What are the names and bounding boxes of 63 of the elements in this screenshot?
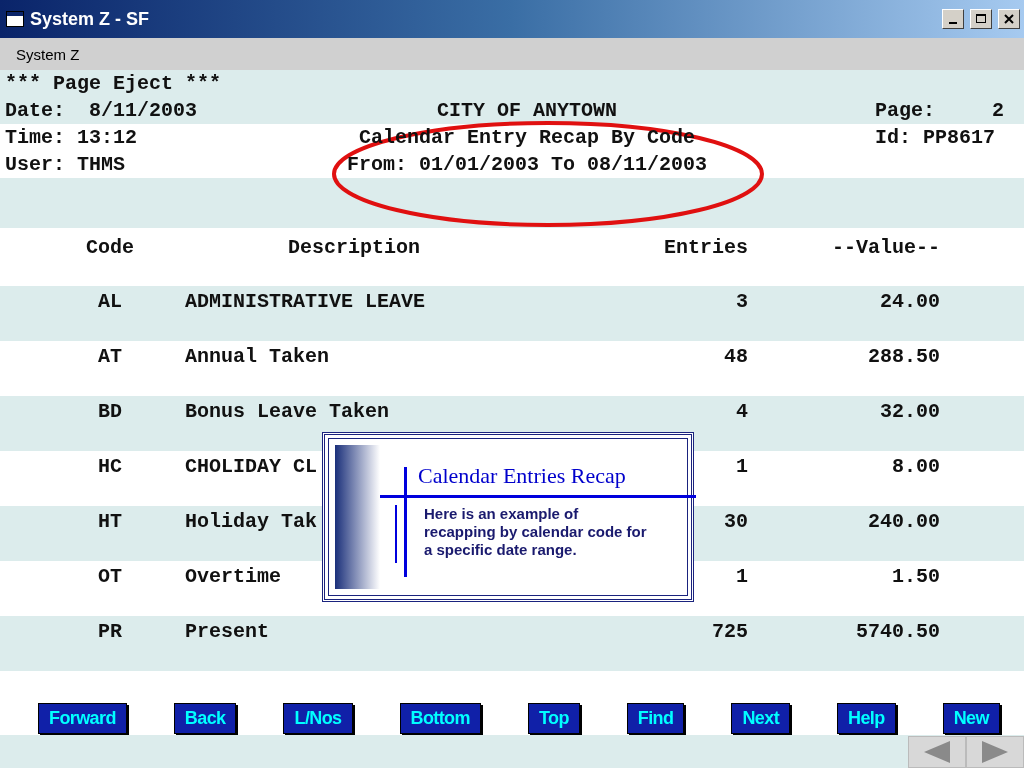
close-icon: [1004, 14, 1014, 24]
page-number: 2: [992, 99, 1004, 122]
menu-item[interactable]: System Z: [16, 45, 80, 63]
maximize-button[interactable]: [970, 9, 992, 29]
report-text: Id: PP8617: [875, 126, 996, 149]
table-cell-text: Overtime: [185, 565, 281, 590]
window-title: System Z - SF: [30, 8, 151, 30]
table-cell-text: Annual Taken: [185, 345, 330, 370]
report-title: CITY OF ANYTOWN: [437, 99, 617, 122]
table-cell-text: 725: [712, 620, 748, 645]
function-button[interactable]: Top: [527, 702, 580, 734]
table-cell-text: 30: [724, 510, 748, 535]
report-text: Page:: [875, 99, 935, 122]
table-cell-text: CHOLIDAY CL: [185, 455, 318, 480]
table-cell-text: BD: [98, 400, 122, 425]
function-button[interactable]: Find: [626, 702, 685, 734]
table-cell-text: PR: [98, 620, 122, 645]
table-cell-text: 288.50: [868, 345, 940, 370]
table-cell-text: 1: [736, 455, 748, 480]
minimize-icon: [949, 22, 957, 24]
table-cell-text: 48: [724, 345, 748, 370]
table-cell-text: 240.00: [868, 510, 940, 535]
table-cell-text: Bonus Leave Taken: [185, 400, 390, 425]
table-cell-text: 8.00: [892, 455, 940, 480]
column-header: Entries: [663, 236, 748, 261]
table-cell-text: Holiday Tak: [185, 510, 318, 535]
column-header: --Value--: [830, 236, 940, 261]
function-button[interactable]: Back: [173, 702, 237, 734]
function-button[interactable]: Help: [837, 702, 896, 734]
table-cell-text: OT: [98, 565, 122, 590]
table-cell-text: 4: [736, 400, 748, 425]
table-cell-text: HC: [98, 455, 122, 480]
table-cell-text: AT: [98, 345, 122, 370]
column-header: Code: [85, 236, 135, 261]
report-title: From: 01/01/2003 To 08/11/2003: [346, 153, 708, 176]
report-text: Date: 8/11/2003: [4, 99, 198, 122]
table-cell-text: 32.00: [880, 400, 940, 425]
table-cell-text: 5740.50: [856, 620, 940, 645]
report-text: *** Page Eject ***: [4, 72, 222, 95]
table-cell-text: 1: [736, 565, 748, 590]
report-text: Time: 13:12: [4, 126, 138, 149]
function-button[interactable]: Forward: [38, 702, 127, 734]
right-triangle-icon: [980, 740, 1010, 764]
table-cell-text: 1.50: [892, 565, 940, 590]
column-header: Description: [287, 236, 422, 261]
maximize-icon: [976, 14, 986, 24]
table-cell-text: 3: [736, 290, 748, 315]
function-button[interactable]: Next: [731, 702, 791, 734]
table-cell-text: AL: [98, 290, 122, 315]
table-cell-text: HT: [98, 510, 122, 535]
left-triangle-icon: [922, 740, 952, 764]
function-button[interactable]: L/Nos: [283, 702, 353, 734]
minimize-button[interactable]: [942, 9, 964, 29]
table-cell-text: 24.00: [880, 290, 940, 315]
report-text: User: THMS: [4, 153, 126, 176]
callout-title: Calendar Entries Recap: [418, 463, 627, 489]
close-button[interactable]: [998, 9, 1020, 29]
function-button[interactable]: Bottom: [399, 702, 481, 734]
table-cell-text: ADMINISTRATIVE LEAVE: [185, 290, 426, 315]
window-icon: [6, 11, 24, 27]
table-cell-text: Present: [185, 620, 269, 645]
callout-text: Here is an example of recapping by calendar code for a specific date range.: [423, 505, 647, 559]
function-button[interactable]: New: [942, 702, 1000, 734]
